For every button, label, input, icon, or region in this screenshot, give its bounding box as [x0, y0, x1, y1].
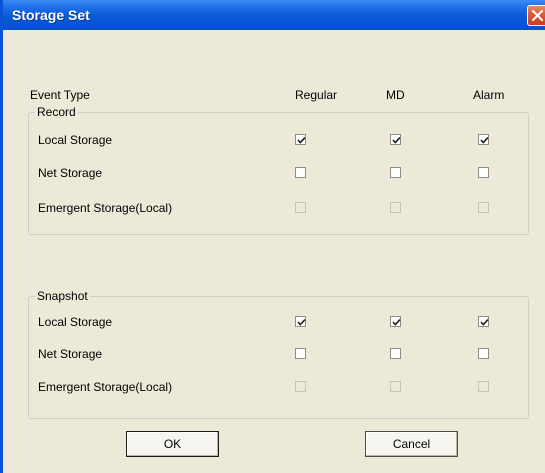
cancel-button[interactable]: Cancel [365, 431, 458, 457]
record-emergent-storage-label: Emergent Storage(Local) [38, 201, 173, 215]
md-header: MD [386, 88, 405, 102]
record-group-title: Record [35, 105, 78, 119]
regular-header: Regular [295, 88, 338, 102]
record-emergent-alarm-checkbox [478, 202, 489, 213]
snapshot-net-regular-checkbox[interactable] [295, 348, 306, 359]
check-icon [480, 319, 489, 326]
dialog-title: Storage Set [12, 7, 90, 23]
record-group [28, 112, 529, 235]
snapshot-local-storage-label: Local Storage [38, 315, 113, 329]
alarm-header: Alarm [473, 88, 505, 102]
record-net-storage-label: Net Storage [38, 166, 103, 180]
snapshot-group-title: Snapshot [35, 289, 90, 303]
snapshot-local-md-checkbox[interactable] [390, 316, 401, 327]
snapshot-emergent-alarm-checkbox [478, 381, 489, 392]
check-icon [297, 137, 306, 144]
record-net-md-checkbox[interactable] [390, 167, 401, 178]
check-icon [392, 137, 401, 144]
record-local-regular-checkbox[interactable] [295, 134, 306, 145]
check-icon [392, 319, 401, 326]
record-net-alarm-checkbox[interactable] [478, 167, 489, 178]
record-local-md-checkbox[interactable] [390, 134, 401, 145]
snapshot-net-alarm-checkbox[interactable] [478, 348, 489, 359]
cancel-button-label: Cancel [392, 437, 431, 451]
storage-set-dialog: Storage Set Event Type Regular MD Alarm … [0, 0, 545, 473]
snapshot-emergent-md-checkbox [390, 381, 401, 392]
snapshot-net-storage-label: Net Storage [38, 347, 103, 361]
snapshot-local-regular-checkbox[interactable] [295, 316, 306, 327]
close-icon [532, 10, 543, 21]
title-bar[interactable]: Storage Set [3, 0, 545, 30]
record-emergent-md-checkbox [390, 202, 401, 213]
event-type-header: Event Type [30, 88, 90, 102]
check-icon [480, 137, 489, 144]
record-local-storage-label: Local Storage [38, 133, 113, 147]
check-icon [297, 319, 306, 326]
snapshot-emergent-storage-label: Emergent Storage(Local) [38, 380, 173, 394]
snapshot-emergent-regular-checkbox [295, 381, 306, 392]
ok-button-label: OK [163, 437, 182, 451]
snapshot-local-alarm-checkbox[interactable] [478, 316, 489, 327]
close-button[interactable] [527, 5, 545, 26]
record-net-regular-checkbox[interactable] [295, 167, 306, 178]
record-local-alarm-checkbox[interactable] [478, 134, 489, 145]
snapshot-net-md-checkbox[interactable] [390, 348, 401, 359]
record-emergent-regular-checkbox [295, 202, 306, 213]
ok-button[interactable]: OK [126, 431, 219, 457]
